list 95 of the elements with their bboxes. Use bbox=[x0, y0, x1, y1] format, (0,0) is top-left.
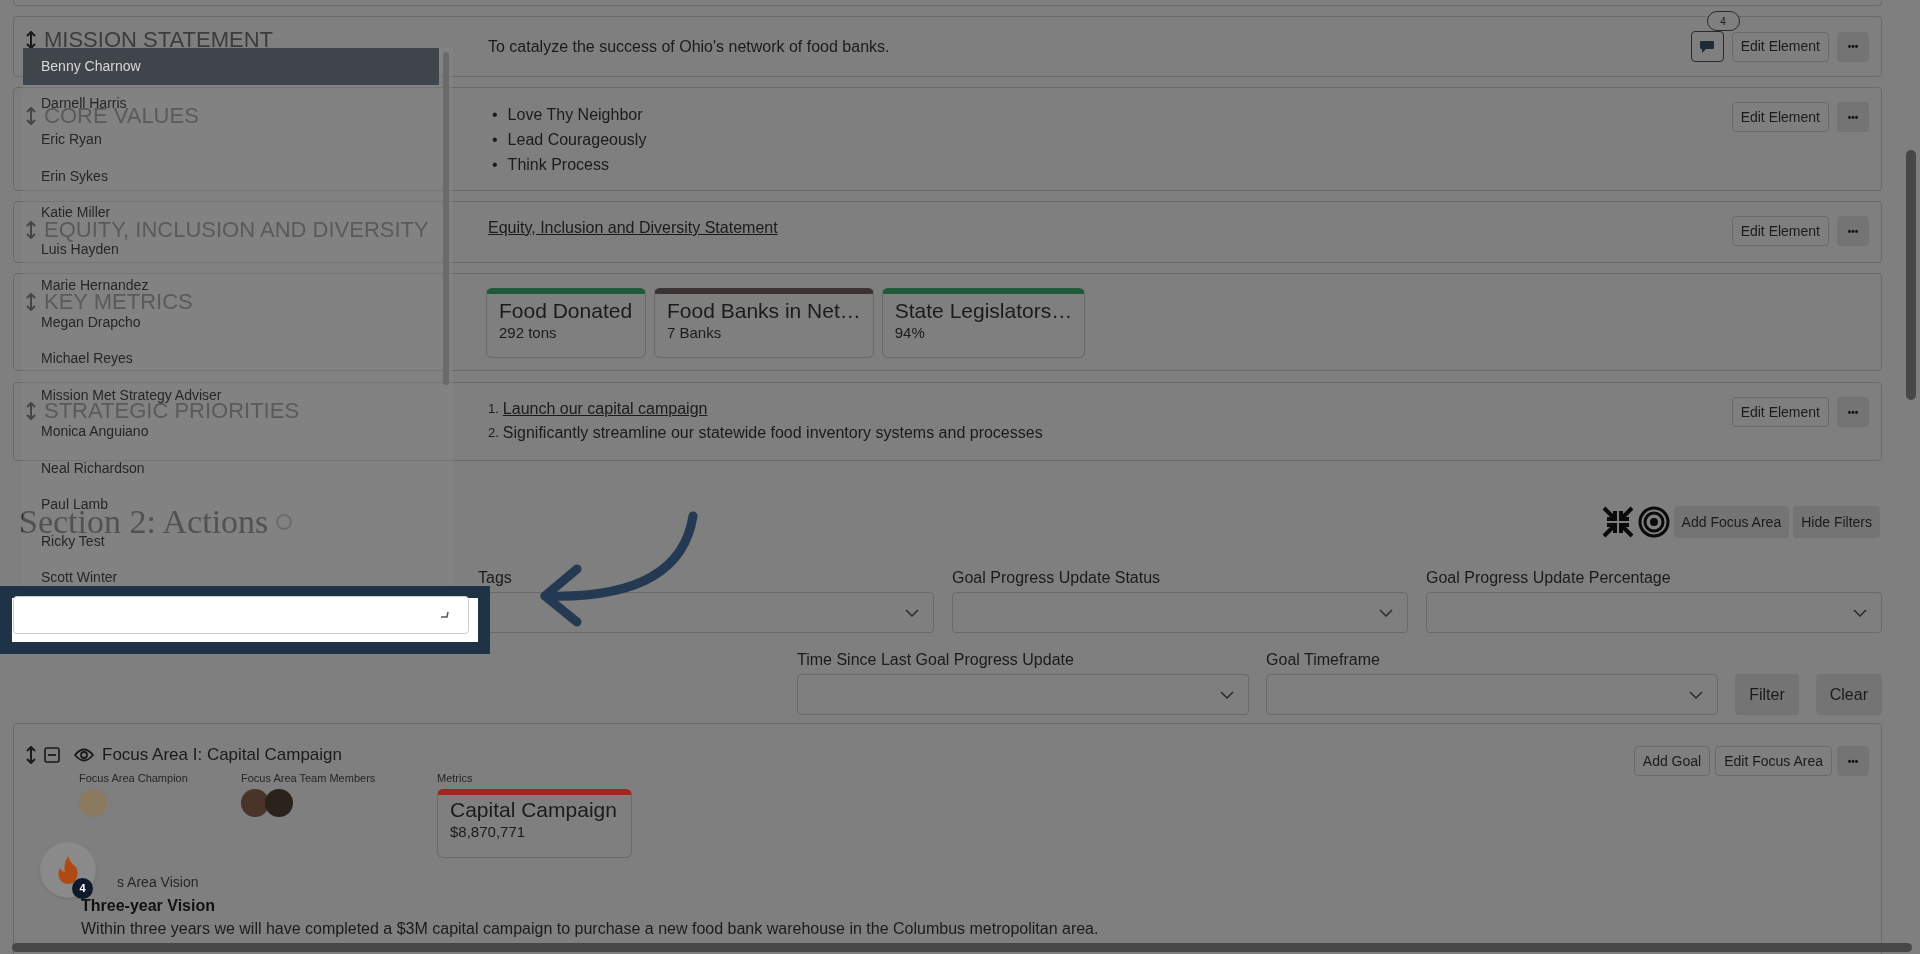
bullet-marker: • bbox=[492, 105, 498, 125]
list-number: 1. bbox=[488, 400, 499, 418]
metric-value: 94% bbox=[894, 324, 926, 342]
dropdown-option[interactable]: Megan Drapcho bbox=[23, 314, 141, 329]
caret-icon bbox=[440, 611, 450, 619]
people-select[interactable] bbox=[13, 596, 469, 634]
field-label: s Area Vision bbox=[117, 872, 199, 892]
collapse-arrows-icon[interactable] bbox=[1601, 506, 1634, 538]
dropdown-option[interactable]: Paul Lamb bbox=[23, 497, 108, 512]
metric-name: Food Donated bbox=[499, 298, 633, 324]
vision-title: Three-year Vision bbox=[81, 896, 215, 915]
dropdown-option[interactable]: Marie Hernandez bbox=[23, 278, 149, 293]
value-item: Lead Courageously bbox=[507, 130, 647, 150]
statement-text: To catalyze the success of Ohio's network of food banks. bbox=[488, 37, 891, 57]
avatar bbox=[79, 788, 107, 817]
move-icon[interactable] bbox=[26, 293, 36, 311]
move-icon[interactable] bbox=[26, 31, 36, 49]
chevron-down-icon bbox=[1853, 608, 1867, 617]
bullet-marker: • bbox=[492, 155, 498, 175]
horizontal-scrollbar[interactable] bbox=[12, 943, 1912, 952]
metric-card[interactable]: Food Banks in Net… 7 Banks bbox=[654, 288, 874, 358]
more-button[interactable]: ••• bbox=[1837, 746, 1869, 776]
avatar bbox=[241, 788, 269, 817]
chat-launcher-button[interactable] bbox=[40, 842, 96, 898]
toolbar-button[interactable]: Hide Filters bbox=[1793, 506, 1880, 538]
flame-icon bbox=[56, 855, 80, 885]
metric-value: 292 tons bbox=[499, 324, 558, 342]
chevron-down-icon bbox=[1220, 690, 1235, 699]
move-icon[interactable] bbox=[26, 221, 36, 239]
more-button[interactable]: ••• bbox=[1837, 397, 1869, 427]
filter-label: Tags bbox=[478, 568, 513, 588]
focus-area-button[interactable]: Add Goal bbox=[1633, 746, 1711, 776]
dropdown-option[interactable]: Michael Reyes bbox=[23, 351, 133, 366]
metric-name: Food Banks in Net… bbox=[667, 298, 861, 324]
more-button[interactable]: ••• bbox=[1837, 31, 1869, 62]
metric-value: $8,870,771 bbox=[450, 822, 527, 841]
target-icon[interactable] bbox=[1637, 506, 1670, 538]
dropdown-option[interactable]: Scott Winter bbox=[23, 570, 118, 585]
filter-label: Goal Timeframe bbox=[1266, 650, 1381, 670]
eye-icon[interactable] bbox=[74, 748, 94, 762]
dropdown-option[interactable]: Eric Ryan bbox=[23, 132, 102, 147]
vision-text: Within three years we will have completed a $3M capital campaign to purchase a new food bank warehouse in the Columbus metropolitan area. bbox=[81, 918, 1099, 939]
value-item: Think Process bbox=[507, 155, 609, 175]
priority-text: Significantly streamline our statewide food inventory systems and processes bbox=[502, 423, 1043, 443]
dropdown-option[interactable]: Luis Hayden bbox=[23, 241, 119, 256]
field-label: Focus Area Team Members bbox=[241, 771, 377, 786]
field-label: Metrics bbox=[437, 771, 474, 786]
edit-element-button[interactable]: Edit Element bbox=[1731, 216, 1829, 246]
priority-link[interactable]: Launch our capital campaign bbox=[502, 397, 708, 421]
dropdown-option[interactable]: Ricky Test bbox=[23, 533, 105, 548]
section-title: MISSION STATEMENT bbox=[44, 32, 273, 48]
comment-count-badge: 4 bbox=[1706, 11, 1740, 31]
dropdown-option[interactable]: Erin Sykes bbox=[23, 168, 108, 183]
filter-button[interactable]: Clear bbox=[1815, 674, 1882, 715]
edit-element-button[interactable]: Edit Element bbox=[1731, 397, 1829, 427]
move-icon[interactable] bbox=[26, 746, 36, 764]
dropdown-option[interactable]: Darnell Harris bbox=[23, 95, 127, 110]
more-button[interactable]: ••• bbox=[1837, 216, 1869, 246]
metric-card[interactable]: Food Donated 292 tons bbox=[486, 288, 646, 358]
field-label: Focus Area Champion bbox=[79, 771, 189, 786]
metric-value: 7 Banks bbox=[667, 324, 723, 342]
speech-bubble-icon bbox=[1699, 39, 1716, 54]
dropdown-option[interactable]: Mission Met Strategy Adviser bbox=[23, 387, 222, 402]
move-icon[interactable] bbox=[26, 402, 36, 420]
value-item: Love Thy Neighbor bbox=[507, 105, 643, 125]
move-icon[interactable] bbox=[26, 107, 36, 125]
comment-button[interactable] bbox=[1690, 31, 1724, 62]
metric-name: State Legislators… bbox=[894, 298, 1073, 324]
focus-area-title: Focus Area I: Capital Campaign bbox=[102, 744, 342, 767]
dropdown-option[interactable]: Neal Richardson bbox=[23, 460, 145, 475]
metric-name: Capital Campaign bbox=[450, 796, 618, 823]
metric-card[interactable]: Capital Campaign $8,870,771 bbox=[437, 788, 632, 858]
edit-element-button[interactable]: Edit Element bbox=[1731, 102, 1829, 132]
dropdown-option[interactable]: Monica Anguiano bbox=[23, 424, 149, 439]
focus-area-button[interactable]: Edit Focus Area bbox=[1715, 746, 1832, 776]
chevron-down-icon bbox=[1379, 608, 1393, 617]
chevron-down-icon bbox=[905, 608, 919, 617]
edit-element-button[interactable]: Edit Element bbox=[1731, 31, 1829, 62]
more-button[interactable]: ••• bbox=[1837, 102, 1869, 132]
filter-button[interactable]: Filter bbox=[1735, 674, 1799, 715]
filter-label: Goal Progress Update Status bbox=[952, 568, 1162, 588]
avatar bbox=[265, 788, 293, 817]
chevron-down-icon bbox=[1689, 690, 1704, 699]
scrollbar-thumb[interactable] bbox=[1906, 150, 1916, 400]
dropdown-option[interactable]: Benny Charnow bbox=[23, 48, 439, 85]
dropdown-option[interactable]: Katie Miller bbox=[23, 205, 111, 220]
collapse-icon[interactable] bbox=[44, 747, 60, 763]
filter-label: Goal Progress Update Percentage bbox=[1426, 568, 1672, 588]
metric-card[interactable]: State Legislators… 94% bbox=[881, 288, 1086, 358]
dropdown-scrollbar[interactable] bbox=[443, 52, 449, 385]
list-number: 2. bbox=[488, 424, 499, 442]
statement-link[interactable]: Equity, Inclusion and Diversity Statement bbox=[488, 219, 778, 236]
filter-label: Time Since Last Goal Progress Update bbox=[797, 650, 1075, 670]
bullet-marker: • bbox=[492, 130, 498, 150]
toolbar-button[interactable]: Add Focus Area bbox=[1673, 506, 1790, 538]
